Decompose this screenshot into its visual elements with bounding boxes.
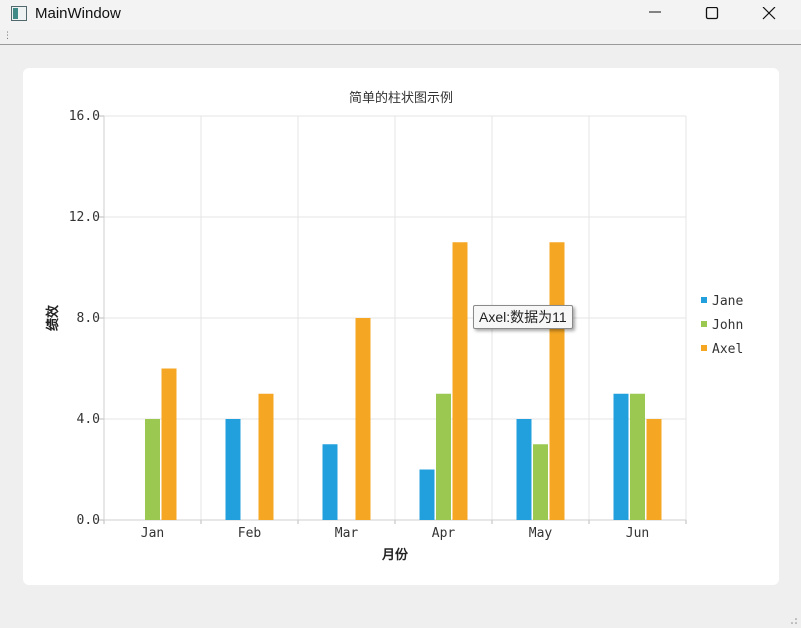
x-tick-label: Apr [432,526,456,541]
legend[interactable]: Jane John Axel [701,294,743,357]
legend-marker-axel [701,345,707,351]
bar-john-jun[interactable] [630,393,645,520]
bar-jane-apr[interactable] [419,469,435,521]
bar-axel-mar[interactable] [355,318,371,520]
legend-marker-jane [701,297,707,303]
x-tick-label: May [529,526,553,541]
y-tick-label: 8.0 [77,311,100,326]
y-axis-title: 绩效 [45,304,61,331]
bar-axel-jan[interactable] [161,368,177,521]
legend-label-axel[interactable]: Axel [712,342,743,357]
axes [99,115,687,524]
y-tick-label: 0.0 [77,513,100,528]
bar-jane-may[interactable] [516,419,532,520]
legend-label-john[interactable]: John [712,318,743,333]
bar-john-apr[interactable] [436,393,451,520]
grid-lines [103,115,687,521]
bar-axel-may[interactable] [549,242,565,520]
bars[interactable] [145,242,662,520]
bar-jane-jun[interactable] [613,393,629,520]
x-tick-label: Feb [238,526,262,541]
y-tick-label: 12.0 [69,210,100,225]
bar-john-may[interactable] [533,444,548,520]
size-grip-icon[interactable] [790,617,798,625]
bar-axel-jun[interactable] [646,419,662,520]
x-axis-title: 月份 [381,547,409,563]
bar-axel-feb[interactable] [258,393,274,520]
x-tick-label: Jan [141,526,164,541]
x-tick-label: Mar [335,526,359,541]
bar-jane-mar[interactable] [322,444,338,520]
y-tick-label: 4.0 [77,412,100,427]
y-tick-label: 16.0 [69,109,100,124]
chart-title: 简单的柱状图示例 [349,90,453,106]
legend-label-jane[interactable]: Jane [712,294,743,309]
legend-marker-john [701,321,707,327]
bar-john-jan[interactable] [145,419,160,520]
bar-jane-feb[interactable] [225,419,241,520]
bar-axel-apr[interactable] [452,242,468,520]
x-tick-label: Jun [626,526,649,541]
bar-tooltip: Axel:数据为11 [473,305,573,329]
bar-chart: 简单的柱状图示例 0.0 4.0 8.0 12.0 16.0 Jan Feb Mar Apr Ma… [45,90,743,563]
